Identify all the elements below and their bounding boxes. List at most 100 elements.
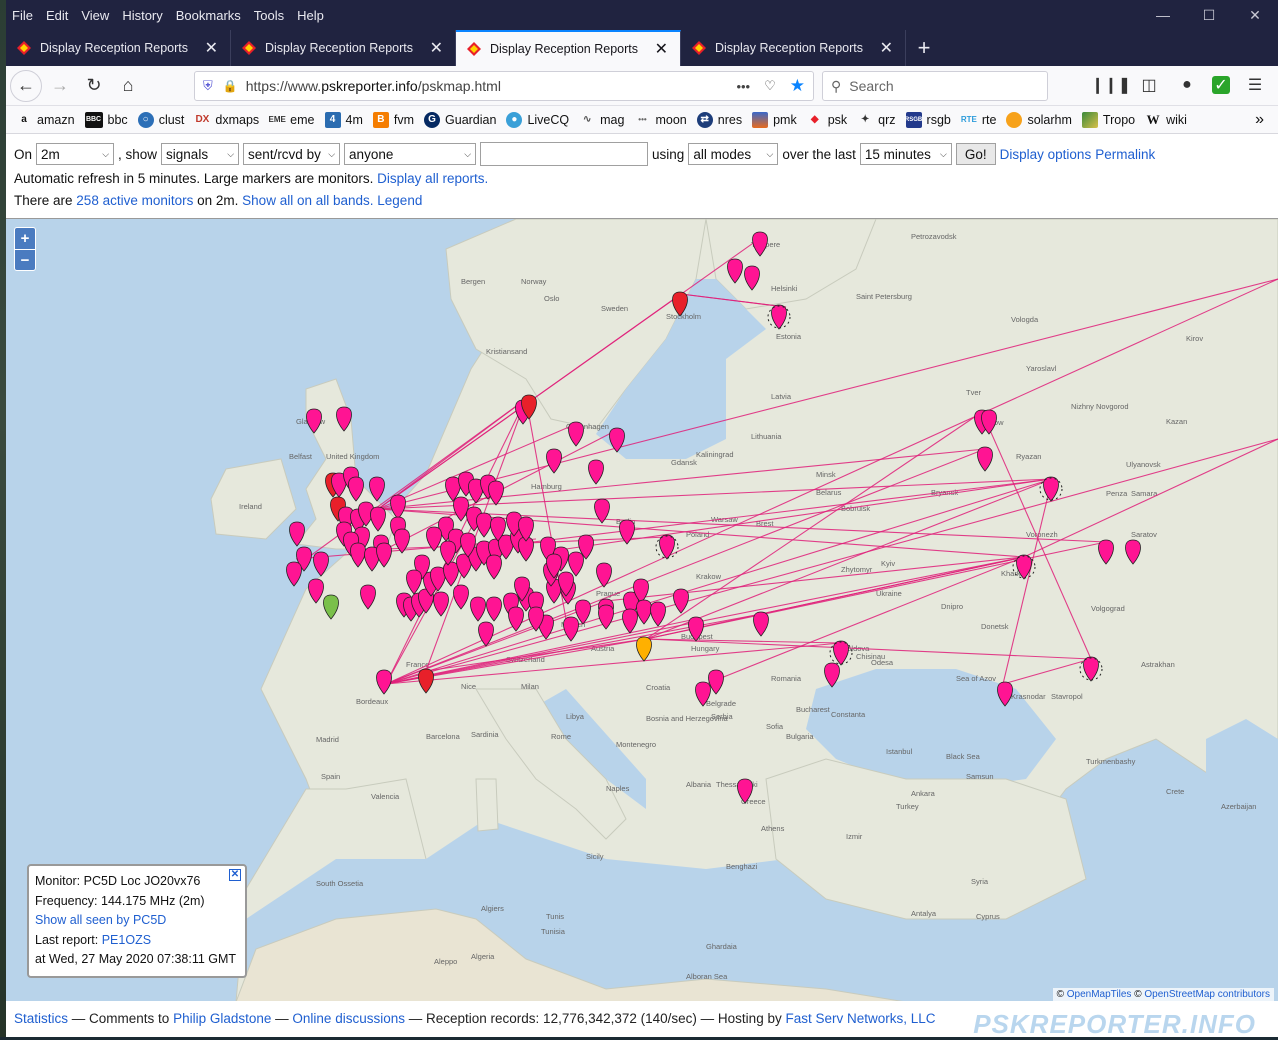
author-link[interactable]: Philip Gladstone — [173, 1011, 271, 1026]
show-all-bands-link[interactable]: Show all on all bands. — [242, 193, 373, 208]
menu-edit[interactable]: Edit — [46, 8, 68, 23]
minimize-icon[interactable]: — — [1140, 0, 1186, 30]
place-label: Yaroslavl — [1026, 364, 1057, 373]
place-label: Ghardaia — [706, 942, 738, 951]
anyone-select[interactable]: anyone ⌵ — [344, 143, 477, 165]
sidebar-icon[interactable]: ◫ — [1136, 72, 1162, 98]
signals-select[interactable]: signals ⌵ — [161, 143, 240, 165]
place-label: Cyprus — [976, 912, 1000, 921]
band-select[interactable]: 2m ⌵ — [36, 143, 115, 165]
menu-history[interactable]: History — [122, 8, 162, 23]
account-icon[interactable]: ● — [1174, 72, 1200, 98]
openmaptiles-link[interactable]: OpenMapTiles — [1067, 989, 1132, 1000]
bookmark-solarhm[interactable]: solarhm — [1006, 111, 1072, 128]
place-label: Minsk — [816, 470, 836, 479]
shield-icon[interactable]: ⛨ — [203, 78, 213, 94]
tab-2[interactable]: Display Reception Reports ✕ — [231, 30, 456, 66]
permalink-link[interactable]: Permalink — [1095, 147, 1155, 162]
bookmark-psk[interactable]: ◆ psk — [807, 112, 847, 128]
lock-icon[interactable]: 🔒 — [223, 79, 238, 93]
url-text[interactable]: https://www.pskreporter.info/pskmap.html — [246, 78, 501, 94]
period-select[interactable]: 15 minutes ⌵ — [859, 143, 952, 165]
bookmark-4m[interactable]: 4 4m — [324, 111, 363, 128]
close-tab-icon[interactable]: ✕ — [205, 38, 218, 58]
go-button[interactable]: Go! — [955, 143, 996, 165]
place-label: Tver — [966, 388, 982, 397]
display-all-link[interactable]: Display all reports. — [377, 171, 488, 186]
last-report-call-link[interactable]: PE1OZS — [102, 933, 151, 947]
mode-select[interactable]: all modes ⌵ — [688, 143, 779, 165]
pskreporter-brand-logo: PSKREPORTER.INFO — [973, 1009, 1256, 1039]
display-options-link[interactable]: Display options — [1000, 147, 1092, 162]
bookmark-tropo[interactable]: Tropo — [1081, 111, 1135, 128]
close-popup-icon[interactable]: ✕ — [229, 869, 241, 881]
library-icon[interactable]: ❙❙❚ — [1091, 72, 1131, 98]
address-bar[interactable]: ⛨ 🔒 https://www.pskreporter.info/pskmap.… — [194, 71, 814, 101]
tab-4[interactable]: Display Reception Reports ✕ — [681, 30, 906, 66]
statistics-link[interactable]: Statistics — [14, 1011, 68, 1026]
menu-file[interactable]: File — [12, 8, 33, 23]
place-label: Istanbul — [886, 747, 913, 756]
home-icon[interactable]: ⌂ — [112, 70, 144, 102]
chevron-more-icon[interactable]: » — [1255, 111, 1264, 129]
close-tab-icon[interactable]: ✕ — [880, 38, 893, 58]
moon-icon: ••• — [638, 115, 647, 124]
legend-link[interactable]: Legend — [377, 193, 422, 208]
bookmark-amazn[interactable]: a amazn — [16, 112, 74, 128]
show-all-seen-link[interactable]: Show all seen by PC5D — [35, 913, 166, 927]
hamburger-menu-icon[interactable]: ☰ — [1242, 72, 1268, 98]
back-arrow-icon[interactable]: ← — [10, 69, 42, 102]
active-monitors-link[interactable]: 258 active monitors — [76, 193, 193, 208]
discussions-link[interactable]: Online discussions — [292, 1011, 405, 1026]
bookmark-guardian[interactable]: G Guardian — [424, 111, 496, 128]
reception-map[interactable]: PetrozavodskTampereHelsinkiSaint Petersb… — [6, 218, 1278, 1001]
place-label: Saint Petersburg — [856, 292, 912, 301]
host-link[interactable]: Fast Serv Networks, LLC — [785, 1011, 935, 1026]
menu-bookmarks[interactable]: Bookmarks — [176, 8, 241, 23]
menu-help[interactable]: Help — [297, 8, 324, 23]
sentrcvd-select[interactable]: sent/rcvd by ⌵ — [243, 143, 341, 165]
place-label: Stockholm — [666, 312, 701, 321]
using-label: using — [652, 146, 685, 162]
maximize-icon[interactable]: ☐ — [1186, 0, 1232, 30]
place-label: Serbia — [711, 712, 734, 721]
chevron-down-icon: ⌵ — [328, 148, 336, 159]
menu-tools[interactable]: Tools — [254, 8, 284, 23]
number4-icon: 4 — [324, 111, 341, 128]
menu-view[interactable]: View — [81, 8, 109, 23]
bookmark-wiki[interactable]: Wwiki — [1145, 112, 1187, 128]
bookmark-livecq[interactable]: ● LiveCQ — [506, 111, 569, 128]
tab-1[interactable]: Display Reception Reports ✕ — [6, 30, 231, 66]
forward-arrow-icon[interactable]: → — [44, 70, 76, 102]
zoom-in-button[interactable]: + — [15, 228, 35, 249]
bookmark-fvm[interactable]: Bfvm — [372, 111, 414, 128]
bookmark-bbc[interactable]: BBC bbc — [84, 111, 128, 128]
bookmark-pmk[interactable]: pmk — [752, 111, 797, 128]
bookmark-rsgb[interactable]: RSGB rsgb — [905, 111, 951, 128]
tab-3-active[interactable]: Display Reception Reports ✕ — [456, 30, 681, 66]
bookmark-qrz[interactable]: ✦ qrz — [857, 112, 896, 128]
callsign-input[interactable] — [480, 142, 649, 166]
bookmark-moon[interactable]: ••• moon — [634, 112, 686, 128]
bookmark-rte[interactable]: RTE rte — [961, 112, 997, 128]
bookmark-nres[interactable]: ⇄ nres — [696, 111, 742, 128]
bookmark-eme[interactable]: EME eme — [269, 112, 315, 128]
bookmark-dxmaps[interactable]: DX dxmaps — [194, 112, 259, 128]
page-actions-icon[interactable]: ••• — [736, 79, 750, 94]
reload-icon[interactable]: ↻ — [78, 70, 110, 102]
osm-link[interactable]: OpenStreetMap contributors — [1144, 989, 1270, 1000]
search-input[interactable]: ⚲ Search — [822, 71, 1048, 101]
chevron-down-icon: ⌵ — [102, 148, 110, 159]
place-label: Norway — [521, 277, 547, 286]
zoom-out-button[interactable]: − — [15, 249, 35, 270]
place-label: Gdansk — [671, 458, 697, 467]
close-tab-icon[interactable]: ✕ — [430, 38, 443, 58]
new-tab-icon[interactable]: + — [906, 30, 942, 66]
bookmark-mag[interactable]: ∿ mag — [579, 112, 625, 128]
pocket-icon[interactable]: ♡ — [764, 78, 776, 94]
bookmark-star-icon[interactable]: ★ — [790, 76, 805, 96]
extension-check-icon[interactable]: ✓ — [1212, 76, 1230, 94]
close-window-icon[interactable]: ✕ — [1232, 0, 1278, 30]
close-tab-icon[interactable]: ✕ — [655, 39, 668, 59]
bookmark-clust[interactable]: ○ clust — [137, 111, 184, 128]
